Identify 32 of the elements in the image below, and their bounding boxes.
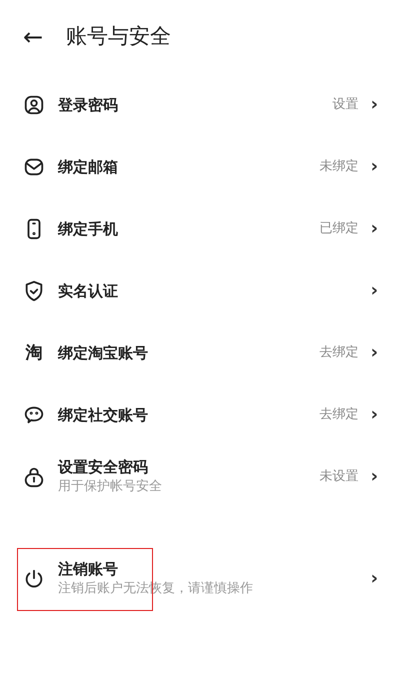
- lock-icon: [23, 466, 45, 488]
- item-label: 绑定社交账号: [58, 405, 149, 425]
- user-icon: [23, 94, 45, 116]
- chevron-icon[interactable]: ›: [370, 406, 378, 424]
- chevron-icon[interactable]: ›: [370, 282, 378, 300]
- back-button[interactable]: ←: [20, 25, 46, 49]
- chevron-icon[interactable]: ›: [370, 158, 378, 176]
- item-value: 去绑定: [320, 406, 359, 424]
- item-value: 设置: [332, 96, 359, 114]
- item-value: 去绑定: [320, 344, 359, 362]
- item-label: 设置安全密码: [58, 457, 149, 477]
- chevron-icon[interactable]: ›: [370, 96, 378, 114]
- chevron-icon[interactable]: ›: [370, 570, 378, 588]
- chevron-icon[interactable]: ›: [370, 468, 378, 486]
- item-label: 实名认证: [58, 281, 119, 301]
- chat-icon: [23, 404, 45, 426]
- envelope-icon: [23, 156, 45, 178]
- chevron-icon[interactable]: ›: [370, 220, 378, 238]
- shield-icon: [23, 280, 45, 302]
- item-value: 已绑定: [320, 220, 359, 238]
- item-label: 绑定邮箱: [58, 157, 119, 177]
- page-title: 账号与安全: [66, 23, 171, 50]
- item-label: 登录密码: [58, 95, 119, 115]
- item-label: 注销账号: [58, 559, 119, 579]
- item-label: 绑定手机: [58, 219, 119, 239]
- item-label: 绑定淘宝账号: [58, 343, 149, 363]
- item-value: 未设置: [320, 468, 359, 486]
- item-subtitle: 用于保护帐号安全: [58, 478, 163, 496]
- chevron-icon[interactable]: ›: [370, 344, 378, 362]
- item-value: 未绑定: [320, 158, 359, 176]
- taobao-glyph-icon: 淘: [26, 344, 42, 362]
- power-icon: [23, 568, 45, 590]
